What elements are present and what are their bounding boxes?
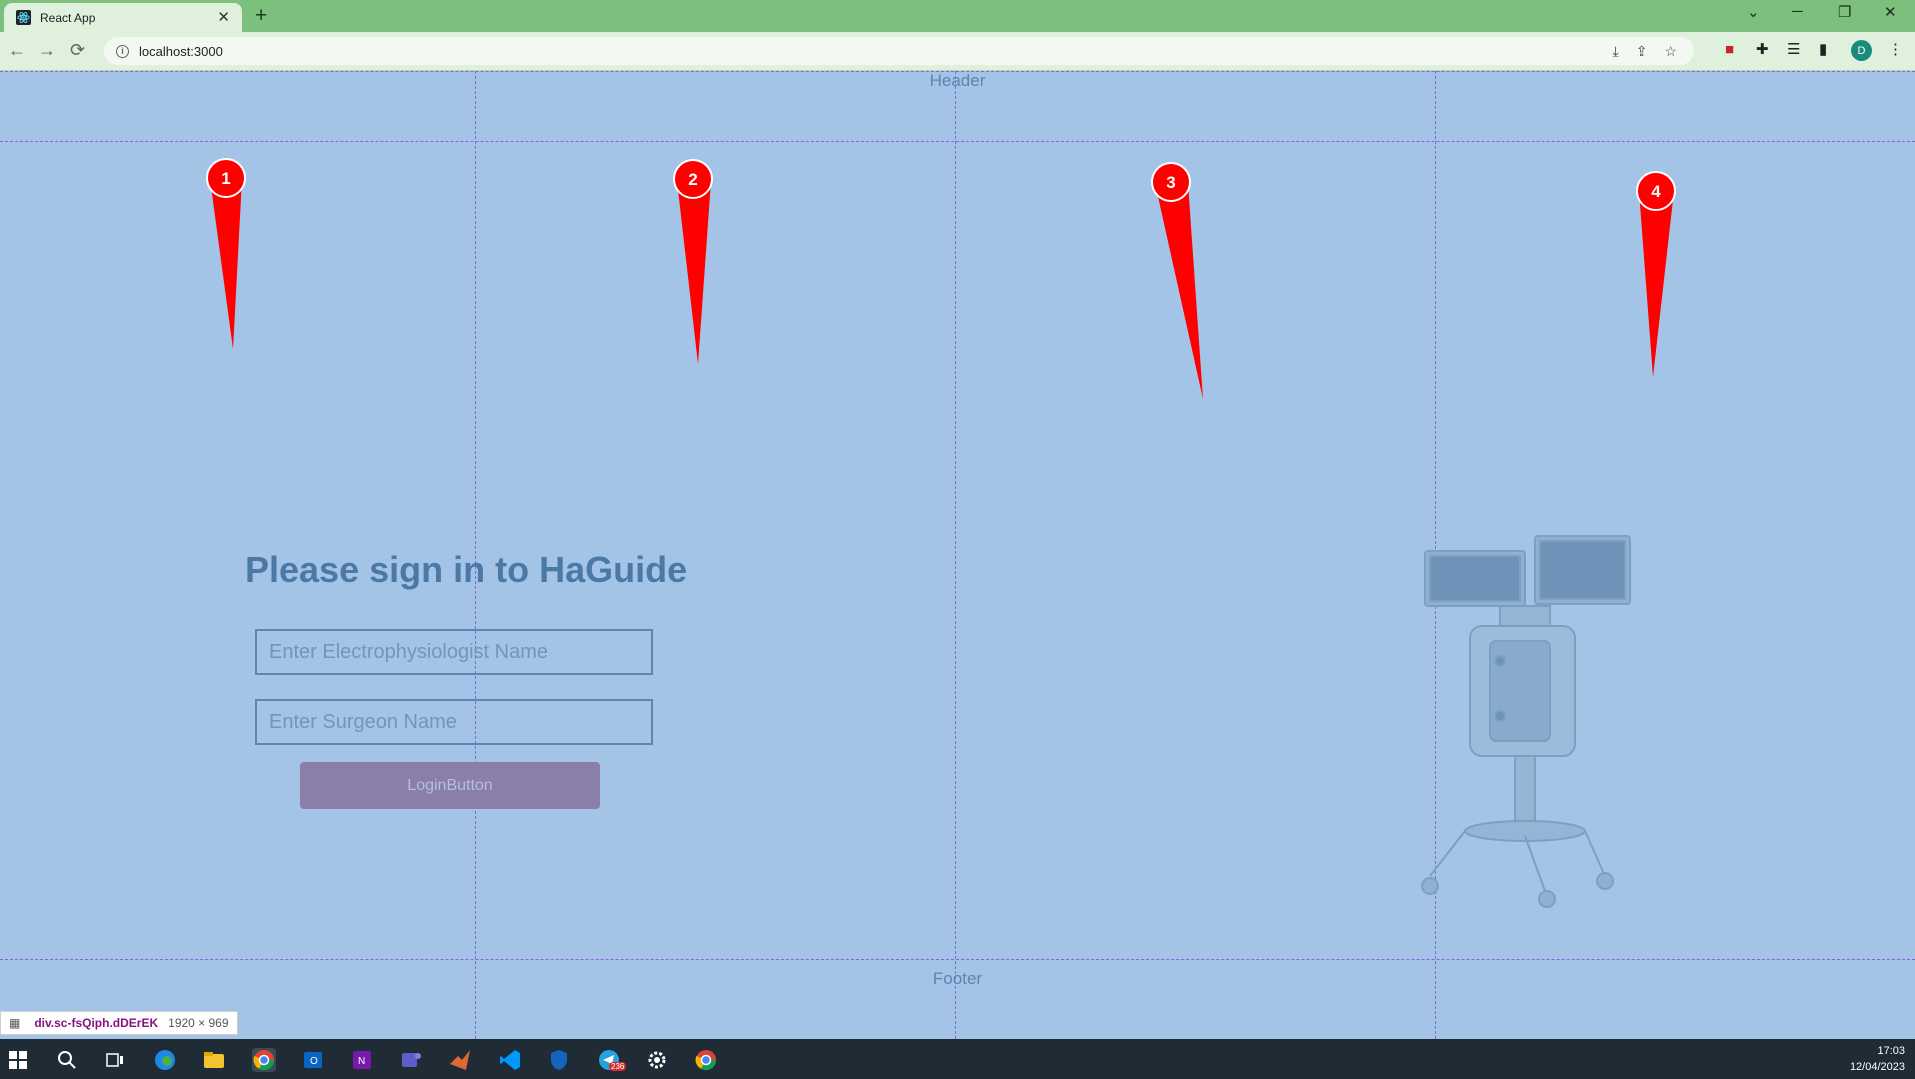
share-icon[interactable]: ⇪ xyxy=(1636,43,1648,60)
page-viewport: Header 1 2 3 4 Please sign in to HaGuide… xyxy=(0,71,1915,1039)
reload-icon[interactable]: ⟳ xyxy=(70,39,85,61)
side-panel-icon[interactable]: ▮ xyxy=(1819,41,1827,59)
marker-3[interactable]: 3 xyxy=(1151,162,1203,399)
address-bar[interactable]: i localhost:3000 ⤓ ⇪ ☆ xyxy=(104,37,1694,65)
element-dimensions: 1920 × 969 xyxy=(168,1016,229,1030)
marker-1-label: 1 xyxy=(221,169,230,188)
marker-3-label: 3 xyxy=(1166,173,1175,192)
back-arrow-icon[interactable]: ← xyxy=(8,39,26,61)
clock-date: 12/04/2023 xyxy=(1849,1061,1905,1073)
svg-text:O: O xyxy=(310,1056,318,1067)
tab-strip: React App ✕ + ⌄ ─ ❐ ✕ xyxy=(0,0,1915,32)
react-icon xyxy=(16,10,31,25)
profile-avatar[interactable]: D xyxy=(1851,40,1872,61)
install-icon[interactable]: ⤓ xyxy=(1613,43,1619,60)
chrome-alt-icon[interactable] xyxy=(694,1048,718,1072)
page-title: Please sign in to HaGuide xyxy=(245,549,688,590)
restore-button[interactable]: ❐ xyxy=(1838,3,1851,21)
extension-red-icon[interactable]: ■ xyxy=(1725,41,1734,59)
grid-icon: ▦ xyxy=(9,1016,21,1030)
devtools-element-tooltip: ▦ div.sc-fsQiph.dDErEK 1920 × 969 xyxy=(0,1011,238,1035)
clock-time: 17:03 xyxy=(1877,1045,1905,1057)
tab-search-icon[interactable]: ⌄ xyxy=(1747,3,1760,21)
reading-list-icon[interactable]: ☰ xyxy=(1787,41,1800,59)
tab-title: React App xyxy=(40,10,96,25)
svg-text:N: N xyxy=(358,1056,365,1067)
new-tab-button[interactable]: + xyxy=(255,4,267,28)
start-icon[interactable] xyxy=(6,1048,30,1072)
taskbar: O N 236 17:03 12/04/2023 xyxy=(0,1039,1915,1079)
settings-icon[interactable] xyxy=(645,1048,669,1072)
outlook-icon[interactable]: O xyxy=(301,1048,325,1072)
marker-2-label: 2 xyxy=(688,170,697,189)
login-button[interactable]: LoginButton xyxy=(300,762,600,809)
browser-toolbar: ← → ⟳ i localhost:3000 ⤓ ⇪ ☆ ■ ✚ ☰ ▮ D ⋮ xyxy=(0,32,1915,71)
security-icon[interactable] xyxy=(547,1048,571,1072)
close-window-button[interactable]: ✕ xyxy=(1884,3,1897,21)
surgeon-name-input[interactable] xyxy=(255,699,653,745)
electrophysiologist-name-input[interactable] xyxy=(255,629,653,675)
chrome-icon[interactable] xyxy=(252,1048,276,1072)
search-icon[interactable] xyxy=(55,1048,79,1072)
extensions-puzzle-icon[interactable]: ✚ xyxy=(1756,41,1769,59)
telegram-badge: 236 xyxy=(609,1062,627,1071)
file-explorer-icon[interactable] xyxy=(202,1048,226,1072)
taskbar-clock[interactable]: 17:03 12/04/2023 xyxy=(1850,1043,1905,1075)
bookmark-star-icon[interactable]: ☆ xyxy=(1664,43,1677,60)
tab-close-icon[interactable]: ✕ xyxy=(217,10,230,25)
medical-device-image xyxy=(1421,535,1631,908)
matlab-icon[interactable] xyxy=(448,1048,472,1072)
tab-react-app[interactable]: React App ✕ xyxy=(4,3,242,32)
footer-label: Footer xyxy=(932,969,983,988)
teams-icon[interactable] xyxy=(399,1048,423,1072)
browser-menu-icon[interactable]: ⋮ xyxy=(1888,41,1903,59)
site-info-icon[interactable]: i xyxy=(116,44,129,58)
url-text[interactable]: localhost:3000 xyxy=(139,44,1613,59)
task-view-icon[interactable] xyxy=(103,1048,127,1072)
minimize-button[interactable]: ─ xyxy=(1792,3,1803,20)
marker-4[interactable]: 4 xyxy=(1636,171,1676,377)
marker-2[interactable]: 2 xyxy=(673,159,713,364)
forward-arrow-icon[interactable]: → xyxy=(38,39,56,61)
element-selector: div.sc-fsQiph.dDErEK xyxy=(34,1016,159,1030)
onenote-icon[interactable]: N xyxy=(350,1048,374,1072)
marker-4-label: 4 xyxy=(1651,182,1661,201)
vscode-icon[interactable] xyxy=(498,1048,522,1072)
edge-icon[interactable] xyxy=(153,1048,177,1072)
marker-1[interactable]: 1 xyxy=(206,158,246,349)
